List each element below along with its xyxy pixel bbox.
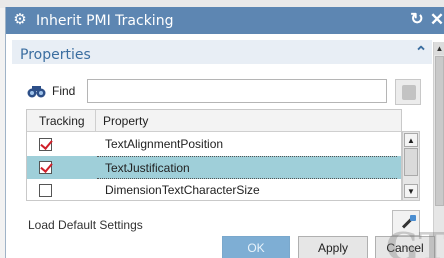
table-scrollbar[interactable]: ▲ ▼ <box>402 131 420 201</box>
scroll-down-arrow-icon[interactable]: ▼ <box>404 184 418 198</box>
tracking-table: Tracking Property TextAlignmentPosition … <box>26 109 402 201</box>
find-action-button[interactable] <box>395 79 421 105</box>
table-row[interactable]: DimensionTextCharacterSize <box>27 179 401 202</box>
dialog-titlebar: ⚙ Inherit PMI Tracking ↻ ✕ <box>6 7 444 34</box>
column-header-property[interactable]: Property <box>103 114 148 128</box>
ok-button[interactable]: OK <box>222 236 290 258</box>
section-title: Properties <box>20 47 91 63</box>
refresh-icon[interactable]: ↻ <box>408 11 426 29</box>
dialog-scroll-thumb[interactable] <box>435 56 444 206</box>
tracking-checkbox[interactable] <box>39 184 52 197</box>
column-header-tracking[interactable]: Tracking <box>39 114 85 128</box>
pencil-tip <box>410 215 416 221</box>
tracking-checkbox[interactable] <box>39 161 52 174</box>
table-header: Tracking Property <box>27 110 401 132</box>
tracking-checkbox[interactable] <box>39 138 52 151</box>
gear-icon: ⚙ <box>13 11 27 28</box>
document-icon <box>402 85 416 100</box>
column-divider[interactable] <box>95 110 96 132</box>
find-label: Find <box>52 84 76 98</box>
table-row[interactable]: TextJustification <box>27 156 401 179</box>
inherit-pmi-tracking-dialog: ⚙ Inherit PMI Tracking ↻ ✕ Properties ⌃ … <box>5 7 444 258</box>
close-icon[interactable]: ✕ <box>429 11 444 29</box>
scroll-up-arrow-icon[interactable]: ▲ <box>434 42 444 55</box>
apply-button[interactable]: Apply <box>298 236 368 258</box>
scroll-up-arrow-icon[interactable]: ▲ <box>404 133 418 147</box>
chevron-up-icon[interactable]: ⌃ <box>414 45 428 61</box>
find-input[interactable] <box>87 79 387 103</box>
property-cell: TextJustification <box>97 156 397 179</box>
cancel-button[interactable]: Cancel <box>375 236 435 258</box>
binoculars-icon <box>27 86 46 98</box>
table-scroll-thumb[interactable] <box>404 148 418 176</box>
load-defaults-label: Load Default Settings <box>28 218 143 232</box>
dialog-title: Inherit PMI Tracking <box>36 13 174 29</box>
property-cell: DimensionTextCharacterSize <box>105 183 260 197</box>
property-cell: TextAlignmentPosition <box>105 137 224 151</box>
dialog-scrollbar[interactable]: ▲ <box>433 42 444 258</box>
table-row[interactable]: TextAlignmentPosition <box>27 133 401 156</box>
edit-defaults-button[interactable] <box>392 210 420 236</box>
